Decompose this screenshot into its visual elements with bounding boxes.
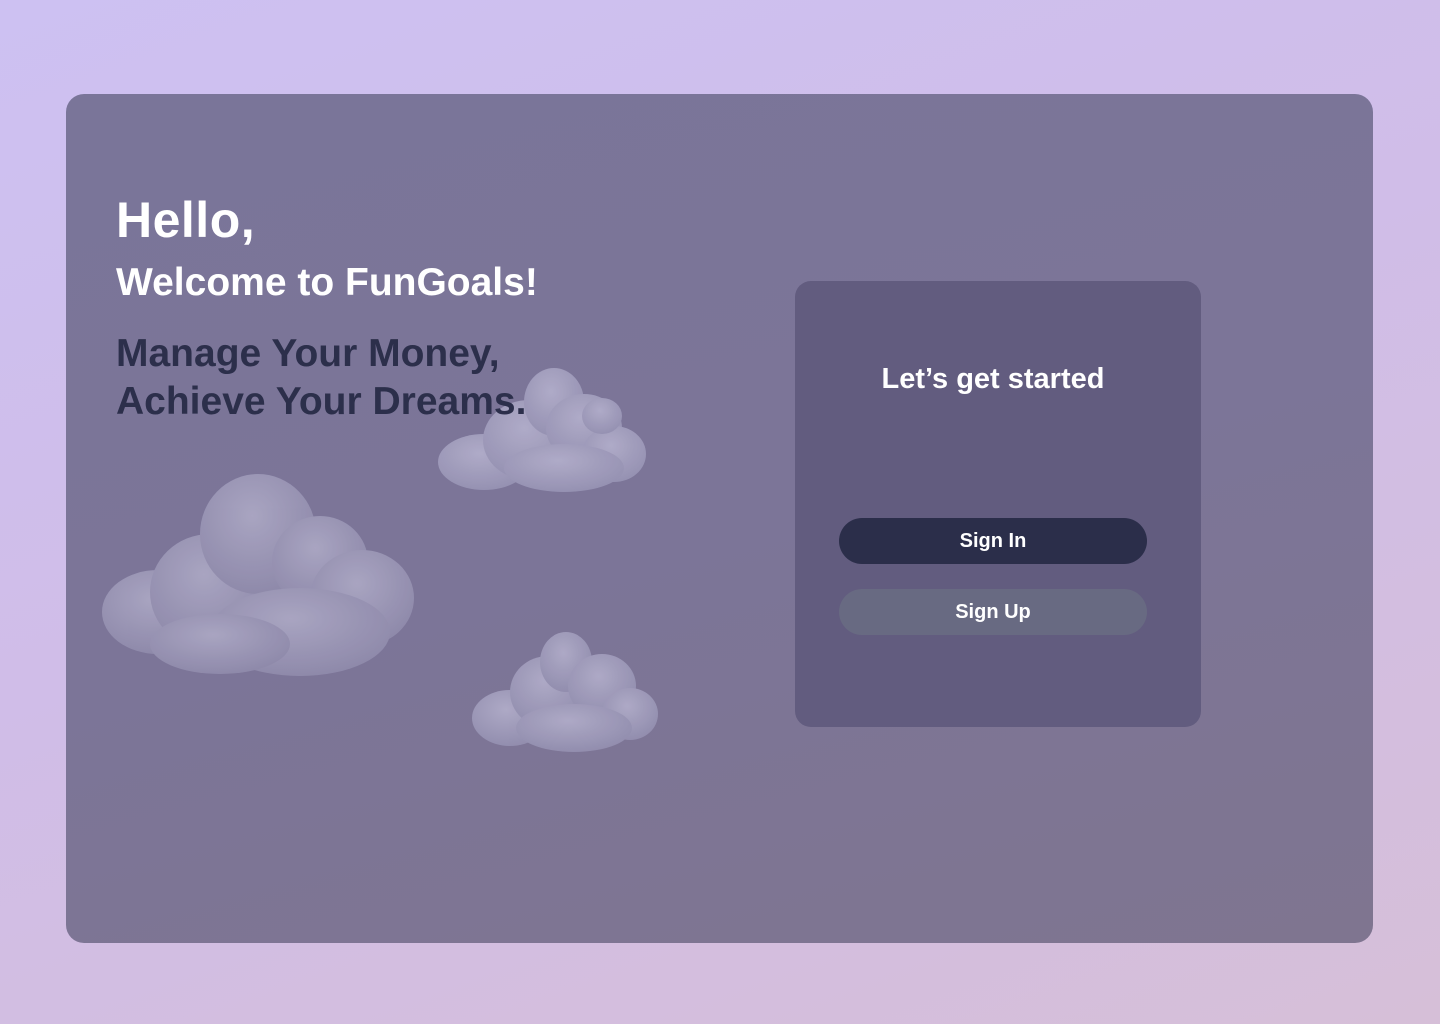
auth-card-title: Let’s get started [881,363,1105,395]
tagline-line-2: Achieve Your Dreams. [116,380,527,423]
greeting-heading: Hello, [116,192,256,248]
tagline-line-1: Manage Your Money, [116,332,500,375]
cloud-image-large [100,472,418,682]
tagline: Manage Your Money, Achieve Your Dreams. [116,330,526,426]
cloud-image-bottom [470,630,658,754]
sign-up-button[interactable]: Sign Up [839,589,1147,635]
welcome-panel: Hello, Welcome to FunGoals! Manage Your … [66,94,1373,943]
auth-card: Let’s get started Sign In Sign Up [795,281,1201,727]
sign-in-button[interactable]: Sign In [839,518,1147,564]
welcome-heading: Welcome to FunGoals! [116,261,538,304]
